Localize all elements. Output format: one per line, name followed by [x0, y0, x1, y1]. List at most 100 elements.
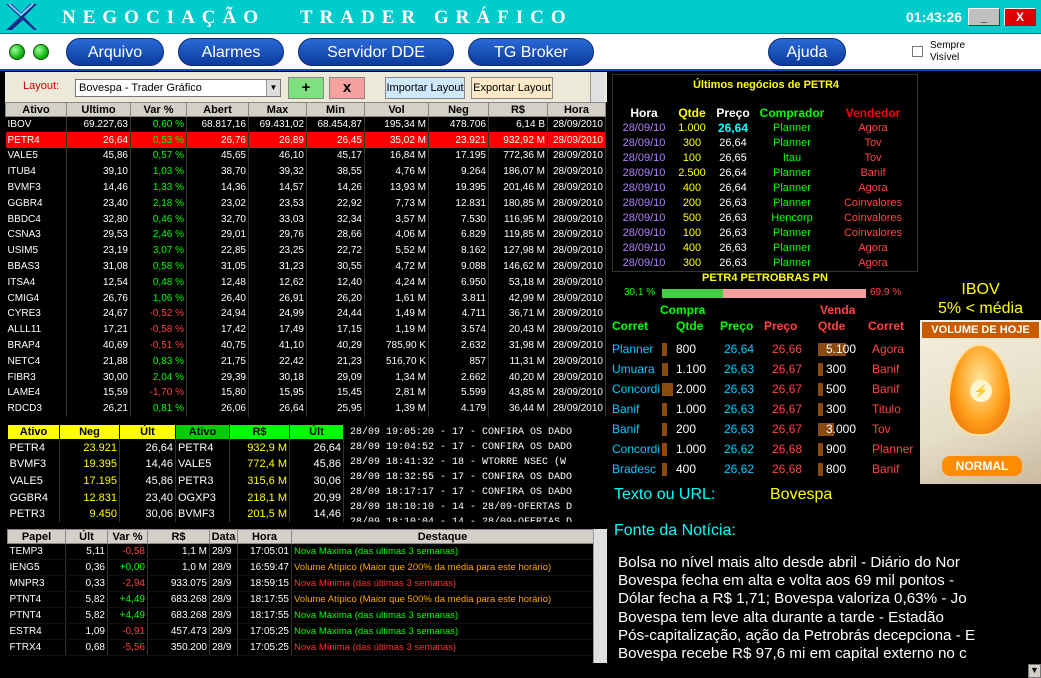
- table-row[interactable]: VALE5 17.195 45,86 PETR3 315,6 M 30,06: [7, 472, 344, 490]
- table-row[interactable]: IENG5 0,36 +0,00 1,0 M 28/9 16:59:47 Volume At…: [7, 559, 594, 576]
- table-row[interactable]: RDCD3 26,21 0,81 % 26,06 26,64 25,95 1,39 M 4.1…: [5, 400, 606, 417]
- table-row[interactable]: FTRX4 0,68 -5,56 350.200 28/9 17:05:25 Nova Mí…: [7, 639, 594, 656]
- table-row[interactable]: PETR3 9.450 30,06 BVMF3 201,5 M 14,46: [7, 505, 344, 523]
- table-row[interactable]: 28/09/10 100 26,63 Planner Coinvalores: [615, 225, 917, 240]
- always-visible-checkbox[interactable]: [912, 46, 923, 57]
- table-row[interactable]: FIBR3 30,00 2,04 % 29,39 30,18 29,09 1,34 M 2.6…: [5, 369, 606, 386]
- table-row[interactable]: ESTR4 1,09 -0,91 457.473 28/9 17:05:25 Nova Má…: [7, 623, 594, 640]
- table-row[interactable]: 28/09/10 100 26,65 Itau Tov: [615, 150, 917, 165]
- table-row[interactable]: 28/09/10 300 26,64 Planner Tov: [615, 135, 917, 150]
- table-row[interactable]: TEMP3 5,11 -0,58 1,1 M 28/9 17:05:01 Nova Máxi…: [7, 543, 594, 560]
- table-row[interactable]: USIM5 23,19 3,07 % 22,85 23,25 22,72 5,52 M 8.1…: [5, 242, 606, 259]
- import-layout-button[interactable]: Importar Layout: [385, 77, 465, 99]
- table-row[interactable]: 28/09/10 400 26,63 Planner Agora: [615, 240, 917, 255]
- table-row[interactable]: 28/09/10 2.500 26,64 Planner Banif: [615, 165, 917, 180]
- url-input[interactable]: Bovespa: [770, 486, 832, 504]
- table-row[interactable]: GGBR4 23,40 2,18 % 23,02 23,53 22,92 7,73 M 12.…: [5, 195, 606, 212]
- alerts-header[interactable]: Destaque: [291, 529, 594, 544]
- table-row[interactable]: PTNT4 5,82 +4,49 683.268 28/9 18:17:55 Volume …: [7, 591, 594, 608]
- table-row[interactable]: CMIG4 26,76 1,06 % 26,40 26,91 26,20 1,61 M 3.8…: [5, 290, 606, 307]
- table-row[interactable]: GGBR4 12.831 23,40 OGXP3 218,1 M 20,99: [7, 489, 344, 506]
- ticker-line[interactable]: 28/09 18:10:04 - 14 - 28/09-OFERTAS D: [350, 515, 602, 522]
- table-row[interactable]: BRAP4 40,69 -0,51 % 40,75 41,10 40,29 785,90 K…: [5, 337, 606, 354]
- scroll-down-icon[interactable]: ▼: [1028, 664, 1041, 678]
- table-row[interactable]: PETR4 26,64 0,53 % 26,76 26,89 26,45 35,02 M 23…: [5, 132, 606, 149]
- table-row[interactable]: BVMF3 14,46 1,33 % 14,36 14,57 14,26 13,93 M 19…: [5, 179, 606, 196]
- ticker-line[interactable]: 28/09 19:05:20 - 17 - CONFIRA OS DADO: [350, 425, 602, 440]
- quotes-header-vol[interactable]: Vol: [364, 102, 429, 117]
- table-cell: 11,31 M: [488, 353, 548, 370]
- alerts-header[interactable]: Var %: [107, 529, 148, 544]
- ticker-line[interactable]: 28/09 19:04:52 - 17 - CONFIRA OS DADO: [350, 440, 602, 455]
- export-layout-button[interactable]: Exportar Layout: [471, 77, 553, 99]
- table-cell: 22,85: [186, 242, 249, 259]
- ticker-line[interactable]: 28/09 18:41:32 - 18 - WTORRE NSEC (W: [350, 455, 602, 470]
- table-cell: 26,89: [248, 132, 307, 149]
- table-row[interactable]: ALLL11 17,21 -0,58 % 17,42 17,49 17,15 1,19 M3…: [5, 321, 606, 338]
- close-button[interactable]: X: [1004, 8, 1036, 26]
- table-cell: Planner: [773, 226, 811, 239]
- add-layout-button[interactable]: +: [288, 77, 324, 99]
- table-row[interactable]: 28/09/10 200 26,63 Planner Coinvalores: [615, 195, 917, 210]
- quotes-header-max[interactable]: Max: [248, 102, 307, 117]
- table-row[interactable]: 28/09/10 1.000 26,64 Planner Agora: [615, 120, 917, 135]
- quotes-header-var[interactable]: Var %: [130, 102, 187, 117]
- table-cell: -0,58 %: [130, 321, 187, 338]
- table-row[interactable]: ITSA4 12,54 0,48 % 12,48 12,62 12,40 4,24 M 6.9…: [5, 274, 606, 291]
- table-row[interactable]: ITUB4 39,10 1,03 % 38,70 39,32 38,55 4,76 M 9.2…: [5, 163, 606, 180]
- headline-item[interactable]: Bovespa recebe R$ 97,6 mi em capital ext…: [618, 645, 1041, 663]
- table-row[interactable]: MNPR3 0,33 -2,94 933.075 28/9 18:59:15 Nova Mí…: [7, 575, 594, 592]
- chevron-down-icon[interactable]: ▼: [266, 80, 280, 96]
- alerts-header[interactable]: Últ: [65, 529, 108, 544]
- quotes-header-r$[interactable]: R$: [488, 102, 548, 117]
- table-row[interactable]: LAME4 15,59 -1,70 % 15,80 15,95 15,45 2,81 M 5.…: [5, 385, 606, 401]
- headline-item[interactable]: Dólar fecha a R$ 1,71; Bovespa valoriza …: [618, 590, 1041, 608]
- headline-item[interactable]: Bolsa no nível mais alto desde abril - D…: [618, 554, 1041, 572]
- table-row[interactable]: PETR4 23.921 26,64 PETR4 932,9 M 26,64: [7, 439, 344, 457]
- table-row[interactable]: 28/09/10 300 26,63 Planner Agora: [615, 255, 917, 270]
- quotes-header-min[interactable]: Min: [306, 102, 365, 117]
- remove-layout-button[interactable]: x: [329, 77, 365, 99]
- menu-ajuda[interactable]: Ajuda: [768, 38, 846, 66]
- quotes-header-ativo[interactable]: Ativo: [5, 102, 67, 117]
- minimize-button[interactable]: _: [968, 8, 1000, 26]
- table-cell: Tov: [864, 151, 882, 164]
- headline-item[interactable]: Pós-capitalização, ação da Petrobrás dec…: [618, 627, 1041, 645]
- table-row[interactable]: 28/09/10 400 26,64 Planner Agora: [615, 180, 917, 195]
- table-row[interactable]: BBDC4 32,80 0,46 % 32,70 33,03 32,34 3,57 M 7.5…: [5, 211, 606, 228]
- table-row[interactable]: CSNA3 29,53 2,46 % 29,01 29,76 28,66 4,06 M 6.8…: [5, 227, 606, 243]
- table-row[interactable]: NETC4 21,88 0,83 % 21,75 22,42 21,23 516,70 K8…: [5, 353, 606, 370]
- alerts-scrollbar[interactable]: [593, 529, 607, 663]
- alerts-header[interactable]: R$: [147, 529, 210, 544]
- table-row[interactable]: CYRE3 24,67 -0,52 % 24,94 24,99 24,44 1,49 M 4.…: [5, 306, 606, 322]
- table-row[interactable]: PTNT4 5,82 +4,49 683.268 28/9 18:17:55 Nova Má…: [7, 607, 594, 624]
- quotes-header-hora[interactable]: Hora: [547, 102, 606, 117]
- table-row[interactable]: IBOV 69.227,63 0,60 % 68.817,16 69.431,02 68.…: [5, 116, 606, 133]
- menu-servidor-dde[interactable]: Servidor DDE: [298, 38, 454, 66]
- qty-depth-bar: [818, 443, 823, 456]
- alerts-header[interactable]: Data: [209, 529, 238, 544]
- quotes-header-abert[interactable]: Abert: [186, 102, 249, 117]
- alerts-header[interactable]: Hora: [237, 529, 292, 544]
- quotes-header-neg[interactable]: Neg: [428, 102, 489, 117]
- table-cell: 2.662: [428, 369, 489, 386]
- table-cell: 26,65: [719, 151, 747, 164]
- table-row[interactable]: 28/09/10 500 26,63 Hencorp Coinvalores: [615, 210, 917, 225]
- headline-item[interactable]: Bovespa tem leve alta durante a tarde - …: [618, 609, 1041, 627]
- menu-tg-broker[interactable]: TG Broker: [468, 38, 594, 66]
- menu-arquivo[interactable]: Arquivo: [66, 38, 164, 66]
- ticker-line[interactable]: 28/09 18:32:55 - 17 - CONFIRA OS DADO: [350, 470, 602, 485]
- alerts-header[interactable]: Papel: [7, 529, 66, 544]
- layout-select[interactable]: Bovespa - Trader Gráfico ▼: [75, 79, 281, 97]
- table-row[interactable]: BBAS3 31,08 0,58 % 31,05 31,23 30,55 4,72 M 9.0…: [5, 258, 606, 275]
- table-cell: 28/09/2010: [547, 337, 606, 354]
- menu-alarmes[interactable]: Alarmes: [178, 38, 284, 66]
- table-cell: 0,57 %: [130, 148, 187, 164]
- layout-scrollbar[interactable]: [590, 72, 604, 102]
- ticker-line[interactable]: 28/09 18:17:17 - 17 - CONFIRA OS DADO: [350, 485, 602, 500]
- table-row[interactable]: BVMF3 19.395 14,46 VALE5 772,4 M 45,86: [7, 456, 344, 473]
- ticker-line[interactable]: 28/09 18:10:10 - 14 - 28/09-OFERTAS D: [350, 500, 602, 515]
- headline-item[interactable]: Bovespa fecha em alta e volta aos 69 mil…: [618, 572, 1041, 590]
- quotes-header-ultimo[interactable]: Ultimo: [66, 102, 131, 117]
- table-row[interactable]: VALE5 45,86 0,57 % 45,65 46,10 45,17 16,84 M 17…: [5, 148, 606, 164]
